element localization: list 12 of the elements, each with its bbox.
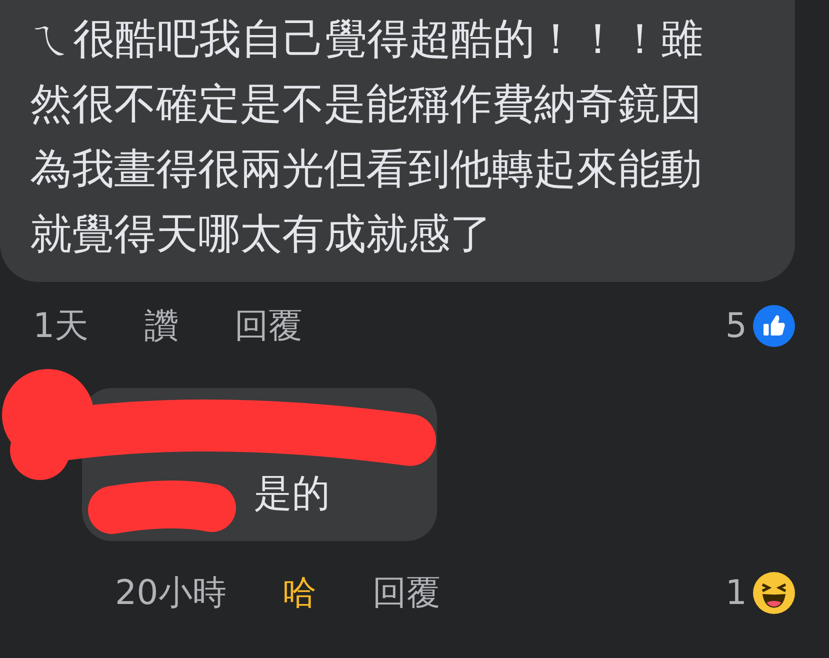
- laughing-emoji-icon: [753, 572, 795, 614]
- reaction-count: 5: [725, 306, 747, 346]
- like-icon: [753, 305, 795, 347]
- reply-link[interactable]: 回覆: [234, 303, 303, 349]
- reaction-link[interactable]: 哈: [282, 570, 316, 616]
- reaction-link[interactable]: 讚: [144, 303, 179, 349]
- comment-text: ㄟ很酷吧我自己覺得超酷的！！！雖然很不確定是不是能稱作費納奇鏡因為我畫得很兩光但看到他轉起來能動就覺得天哪太有成就感了: [30, 13, 704, 260]
- reaction-count: 1: [725, 573, 747, 613]
- reply-link[interactable]: 回覆: [372, 570, 440, 616]
- timestamp: 1天: [33, 305, 89, 348]
- timestamp: 20小時: [115, 572, 226, 615]
- reply-text: 是的: [254, 471, 330, 515]
